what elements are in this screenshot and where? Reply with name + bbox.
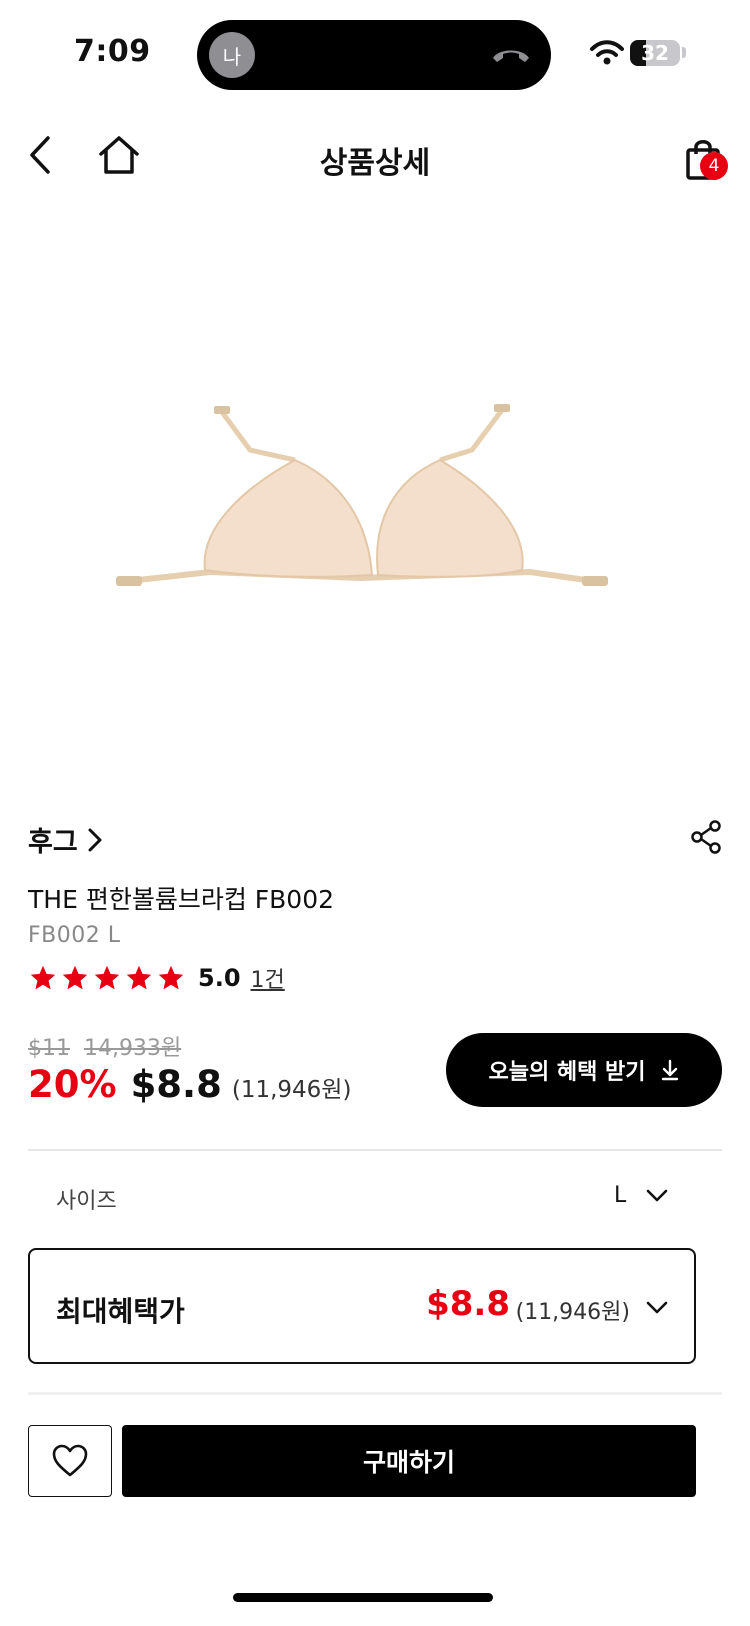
best-benefit-price-krw: (11,946원) bbox=[515, 1300, 630, 1325]
battery-indicator: 32 bbox=[630, 40, 680, 66]
star-icon bbox=[126, 965, 152, 990]
size-label: 사이즈 bbox=[56, 1189, 117, 1214]
product-name: THE 편한볼륨브라컵 FB002 bbox=[28, 885, 335, 914]
product-option: FB002 L bbox=[28, 923, 121, 948]
review-count-link[interactable]: 1건 bbox=[251, 962, 285, 994]
rating-row: 5.0 1건 bbox=[28, 962, 285, 994]
caller-avatar: 나 bbox=[209, 32, 255, 78]
get-benefit-label: 오늘의 혜택 받기 bbox=[488, 1060, 646, 1085]
download-icon bbox=[661, 1059, 678, 1081]
page-title: 상품상세 bbox=[319, 146, 431, 181]
original-price-usd: $11 bbox=[28, 1036, 70, 1061]
brand-link[interactable]: 후그 bbox=[28, 820, 104, 859]
sale-price-row: 20% $8.8 (11,946원) bbox=[28, 1063, 351, 1106]
cart-count-badge: 4 bbox=[700, 152, 728, 180]
battery-cap bbox=[682, 47, 686, 58]
star-icon bbox=[158, 965, 184, 990]
product-image[interactable] bbox=[110, 400, 630, 620]
section-divider bbox=[28, 1149, 722, 1151]
star-icon bbox=[30, 965, 56, 990]
bottom-bar-divider bbox=[28, 1392, 722, 1395]
brand-name: 후그 bbox=[28, 827, 78, 858]
star-icon bbox=[94, 965, 120, 990]
battery-percent: 32 bbox=[641, 41, 669, 65]
rating-score: 5.0 bbox=[198, 964, 241, 992]
chevron-down-icon bbox=[646, 1189, 668, 1202]
discount-rate: 20% bbox=[28, 1063, 117, 1106]
sale-price-krw: (11,946원) bbox=[231, 1077, 352, 1103]
wishlist-button[interactable] bbox=[28, 1425, 112, 1497]
original-price: $11 14,933원 bbox=[28, 1030, 181, 1062]
star-icon bbox=[62, 965, 88, 990]
original-price-krw: 14,933원 bbox=[84, 1036, 182, 1061]
size-value: L bbox=[614, 1183, 627, 1208]
dynamic-island-call[interactable]: 나 bbox=[197, 20, 551, 90]
buy-button[interactable]: 구매하기 bbox=[122, 1425, 696, 1497]
best-benefit-price-panel[interactable]: 최대혜택가 $8.8 (11,946원) bbox=[28, 1248, 696, 1364]
end-call-icon bbox=[493, 50, 529, 62]
share-icon[interactable] bbox=[690, 820, 722, 854]
chevron-right-icon bbox=[88, 828, 102, 851]
best-benefit-label: 최대혜택가 bbox=[56, 1295, 185, 1328]
get-benefit-button[interactable]: 오늘의 혜택 받기 bbox=[446, 1033, 722, 1107]
sale-price: $8.8 bbox=[130, 1063, 222, 1106]
status-time: 7:09 bbox=[74, 34, 151, 69]
home-indicator[interactable] bbox=[233, 1593, 493, 1602]
heart-icon bbox=[52, 1444, 88, 1477]
best-benefit-price: $8.8 bbox=[426, 1284, 510, 1324]
wifi-icon bbox=[590, 40, 624, 65]
chevron-down-icon bbox=[646, 1301, 668, 1314]
